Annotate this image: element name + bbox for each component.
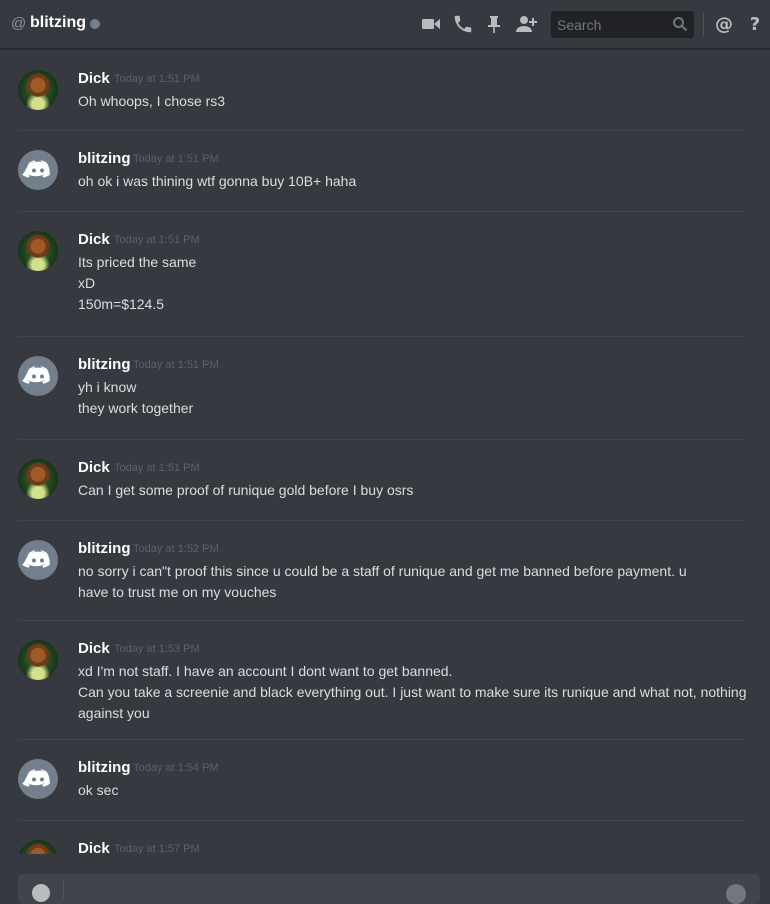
message-author[interactable]: blitzing	[78, 759, 131, 776]
search-icon	[672, 16, 688, 37]
header-divider	[703, 13, 704, 36]
message-text: they work together	[78, 400, 194, 416]
at-symbol: @	[11, 15, 27, 32]
message-text: xD	[78, 275, 96, 291]
message-divider	[18, 211, 744, 212]
avatar[interactable]	[18, 231, 58, 271]
message-text: Oh whoops, I chose rs3	[78, 93, 226, 109]
message-timestamp: Today at 1:51 PM	[133, 359, 219, 371]
message-composer[interactable]	[18, 874, 760, 904]
message-author[interactable]: blitzing	[78, 540, 131, 557]
svg-text:?: ?	[750, 14, 760, 35]
message-timestamp: Today at 1:57 PM	[114, 843, 200, 854]
message-timestamp: Today at 1:52 PM	[133, 543, 219, 555]
message-text: Can I get some proof of runique gold bef…	[78, 482, 414, 498]
discord-logo-icon[interactable]	[18, 540, 58, 580]
message-text: 150m=$124.5	[78, 296, 165, 312]
message-divider	[18, 520, 744, 521]
upload-icon[interactable]	[32, 884, 50, 902]
phone-icon[interactable]	[452, 13, 474, 35]
avatar[interactable]	[18, 640, 58, 680]
message-text: yh i know	[78, 379, 137, 395]
message-divider	[18, 620, 744, 621]
message-text: Can you take a screenie and black everyt…	[78, 684, 747, 700]
composer-divider	[63, 880, 64, 900]
message-author[interactable]: Dick	[78, 70, 110, 87]
avatar[interactable]	[18, 840, 58, 854]
avatar[interactable]	[18, 70, 58, 110]
search-box[interactable]	[551, 11, 694, 38]
help-icon[interactable]: ?	[745, 13, 767, 35]
mention-icon[interactable]: @	[713, 13, 735, 35]
message-text: no sorry i can"t proof this since u coul…	[78, 563, 687, 579]
video-icon[interactable]	[420, 13, 442, 35]
message-timestamp: Today at 1:54 PM	[133, 762, 219, 774]
message-text: ok sec	[78, 782, 119, 798]
message-text: Its priced the same	[78, 254, 197, 270]
status-indicator	[90, 19, 100, 29]
message-text: have to trust me on my vouches	[78, 584, 277, 600]
message-author[interactable]: blitzing	[78, 356, 131, 373]
message-timestamp: Today at 1:51 PM	[114, 462, 200, 474]
message-author[interactable]: Dick	[78, 640, 110, 657]
discord-logo-icon[interactable]	[18, 759, 58, 799]
pin-icon[interactable]	[484, 13, 506, 35]
message-divider	[18, 336, 744, 337]
channel-name: blitzing	[30, 14, 86, 31]
message-divider	[18, 439, 744, 440]
emoji-icon[interactable]	[726, 884, 746, 904]
message-divider	[18, 130, 744, 131]
message-divider	[18, 739, 744, 740]
svg-text:@: @	[715, 14, 733, 35]
message-author[interactable]: Dick	[78, 231, 110, 248]
message-text: xd I'm not staff. I have an account I do…	[78, 663, 453, 679]
discord-logo-icon[interactable]	[18, 356, 58, 396]
message-author[interactable]: Dick	[78, 840, 110, 854]
avatar[interactable]	[18, 459, 58, 499]
message-timestamp: Today at 1:53 PM	[114, 643, 200, 655]
add-friend-icon[interactable]	[515, 13, 537, 35]
message-list[interactable]: Dick Today at 1:51 PM Oh whoops, I chose r…	[0, 50, 770, 854]
message-text: oh ok i was thining wtf gonna buy 10B+ h…	[78, 173, 357, 189]
search-input[interactable]	[551, 11, 673, 38]
message-divider	[18, 820, 744, 821]
message-timestamp: Today at 1:51 PM	[114, 234, 200, 246]
message-timestamp: Today at 1:51 PM	[114, 73, 200, 85]
discord-logo-icon[interactable]	[18, 150, 58, 190]
message-author[interactable]: Dick	[78, 459, 110, 476]
message-timestamp: Today at 1:51 PM	[133, 153, 219, 165]
message-text: against you	[78, 705, 150, 721]
message-author[interactable]: blitzing	[78, 150, 131, 167]
channel-header: @ blitzing @ ?	[0, 0, 770, 49]
